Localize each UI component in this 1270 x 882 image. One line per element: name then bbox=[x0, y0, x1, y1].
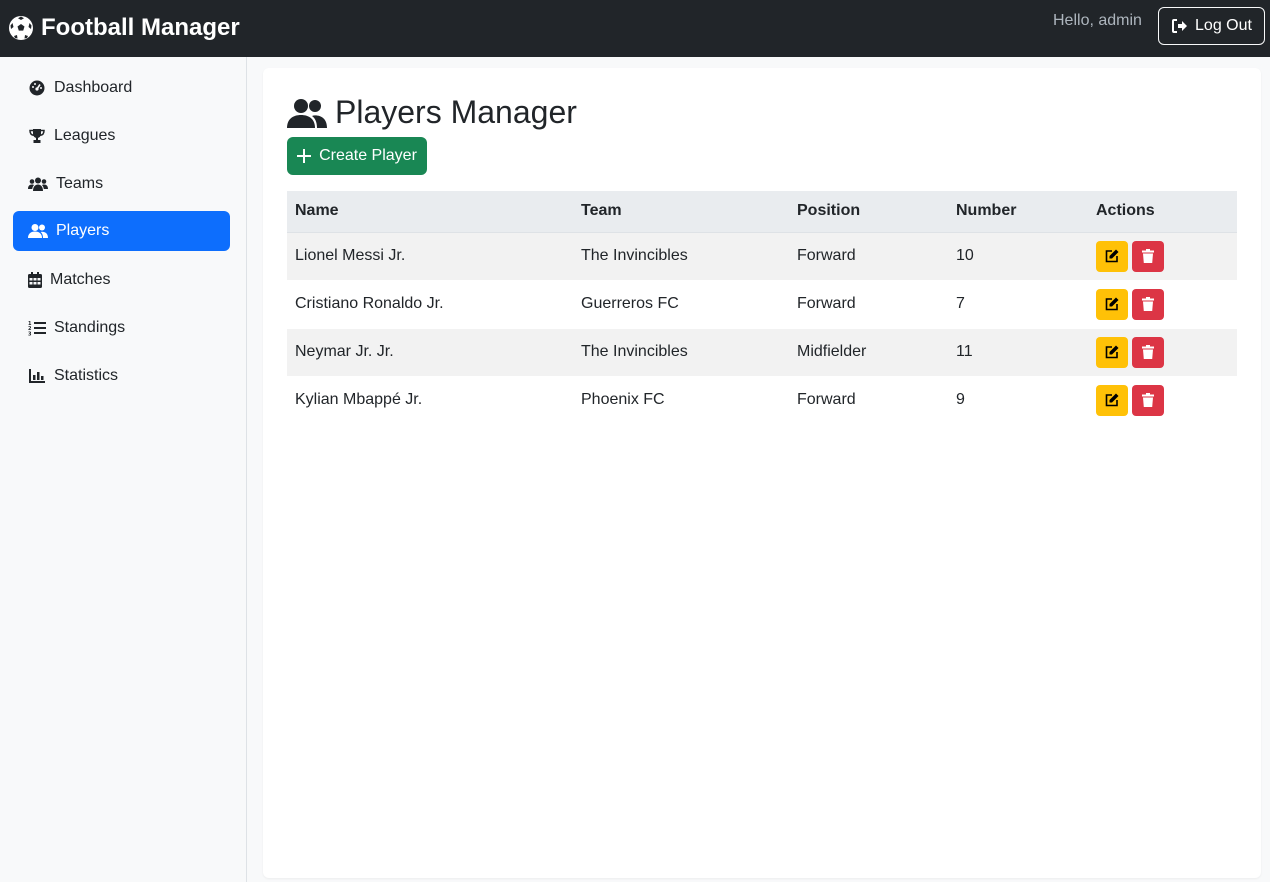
sign-out-icon bbox=[1172, 19, 1188, 33]
sidebar-item-leagues[interactable]: Leagues bbox=[13, 116, 230, 156]
player-position: Forward bbox=[789, 376, 948, 425]
sidebar-item-matches[interactable]: Matches bbox=[13, 260, 230, 300]
users-icon bbox=[287, 98, 327, 128]
edit-button[interactable] bbox=[1096, 288, 1128, 320]
edit-icon bbox=[1105, 345, 1119, 359]
sidebar-item-label: Matches bbox=[50, 271, 111, 288]
soccer-ball-icon bbox=[9, 16, 33, 40]
user-greeting: Hello, admin bbox=[1053, 12, 1142, 29]
sidebar-item-label: Leagues bbox=[54, 127, 116, 144]
delete-button[interactable] bbox=[1132, 240, 1164, 272]
delete-button[interactable] bbox=[1132, 336, 1164, 368]
row-actions bbox=[1088, 280, 1237, 329]
trash-icon bbox=[1142, 249, 1154, 263]
player-team: Phoenix FC bbox=[573, 376, 789, 425]
row-actions bbox=[1088, 376, 1237, 425]
create-player-button[interactable]: Create Player bbox=[287, 137, 427, 175]
edit-button[interactable] bbox=[1096, 384, 1128, 416]
calendar-icon bbox=[28, 272, 42, 288]
gauge-icon bbox=[28, 80, 46, 96]
player-number: 9 bbox=[948, 376, 1088, 425]
sidebar-item-label: Players bbox=[56, 222, 110, 239]
player-position: Forward bbox=[789, 232, 948, 281]
top-navbar: Football Manager Hello, admin Log Out bbox=[0, 0, 1270, 57]
player-name: Kylian Mbappé Jr. bbox=[287, 376, 573, 425]
sidebar: Dashboard Leagues Teams Players Matches … bbox=[0, 57, 247, 882]
main-content: Players Manager Create Player Name Team … bbox=[263, 68, 1261, 878]
player-team: The Invincibles bbox=[573, 328, 789, 377]
column-header-name[interactable]: Name bbox=[287, 191, 573, 233]
table-row: Lionel Messi Jr. The Invincibles Forward… bbox=[287, 232, 1237, 281]
row-actions bbox=[1088, 232, 1237, 281]
sidebar-item-players[interactable]: Players bbox=[13, 211, 230, 251]
player-number: 7 bbox=[948, 280, 1088, 329]
sidebar-item-statistics[interactable]: Statistics bbox=[13, 356, 230, 396]
player-name: Neymar Jr. Jr. bbox=[287, 328, 573, 377]
users-group-icon bbox=[28, 176, 48, 192]
user-group-icon bbox=[28, 223, 48, 239]
svg-text:3: 3 bbox=[28, 332, 32, 337]
player-name: Cristiano Ronaldo Jr. bbox=[287, 280, 573, 329]
delete-button[interactable] bbox=[1132, 384, 1164, 416]
row-actions bbox=[1088, 328, 1237, 377]
player-team: The Invincibles bbox=[573, 232, 789, 281]
player-team: Guerreros FC bbox=[573, 280, 789, 329]
trash-icon bbox=[1142, 297, 1154, 311]
column-header-position[interactable]: Position bbox=[789, 191, 948, 233]
page-title-text: Players Manager bbox=[335, 94, 577, 130]
bar-chart-icon bbox=[28, 368, 46, 384]
edit-icon bbox=[1105, 249, 1119, 263]
delete-button[interactable] bbox=[1132, 288, 1164, 320]
sidebar-item-label: Statistics bbox=[54, 367, 119, 384]
table-row: Neymar Jr. Jr. The Invincibles Midfielde… bbox=[287, 328, 1237, 377]
table-header-row: Name Team Position Number Actions bbox=[287, 191, 1237, 233]
table-row: Kylian Mbappé Jr. Phoenix FC Forward 9 bbox=[287, 376, 1237, 425]
sidebar-item-standings[interactable]: 123 Standings bbox=[13, 308, 230, 348]
players-table: Name Team Position Number Actions Lionel… bbox=[287, 191, 1237, 425]
sidebar-item-teams[interactable]: Teams bbox=[13, 164, 230, 204]
brand[interactable]: Football Manager bbox=[8, 13, 240, 43]
plus-icon bbox=[297, 149, 312, 163]
player-position: Midfielder bbox=[789, 328, 948, 377]
player-position: Forward bbox=[789, 280, 948, 329]
logout-label: Log Out bbox=[1195, 17, 1252, 34]
edit-button[interactable] bbox=[1096, 336, 1128, 368]
edit-button[interactable] bbox=[1096, 240, 1128, 272]
edit-icon bbox=[1105, 297, 1119, 311]
trash-icon bbox=[1142, 393, 1154, 407]
sidebar-item-label: Teams bbox=[56, 175, 104, 192]
page-title: Players Manager bbox=[287, 94, 577, 131]
edit-icon bbox=[1105, 393, 1119, 407]
logout-button[interactable]: Log Out bbox=[1158, 7, 1265, 45]
sidebar-item-label: Dashboard bbox=[54, 79, 133, 96]
trash-icon bbox=[1142, 345, 1154, 359]
player-name: Lionel Messi Jr. bbox=[287, 232, 573, 281]
sidebar-item-dashboard[interactable]: Dashboard bbox=[13, 68, 230, 108]
player-number: 11 bbox=[948, 328, 1088, 377]
column-header-actions: Actions bbox=[1088, 191, 1237, 233]
create-player-label: Create Player bbox=[319, 147, 417, 164]
column-header-team[interactable]: Team bbox=[573, 191, 789, 233]
table-row: Cristiano Ronaldo Jr. Guerreros FC Forwa… bbox=[287, 280, 1237, 329]
sidebar-item-label: Standings bbox=[54, 319, 126, 336]
brand-title: Football Manager bbox=[41, 14, 240, 41]
player-number: 10 bbox=[948, 232, 1088, 281]
ordered-list-icon: 123 bbox=[28, 320, 46, 336]
column-header-number[interactable]: Number bbox=[948, 191, 1088, 233]
trophy-icon bbox=[28, 128, 46, 144]
